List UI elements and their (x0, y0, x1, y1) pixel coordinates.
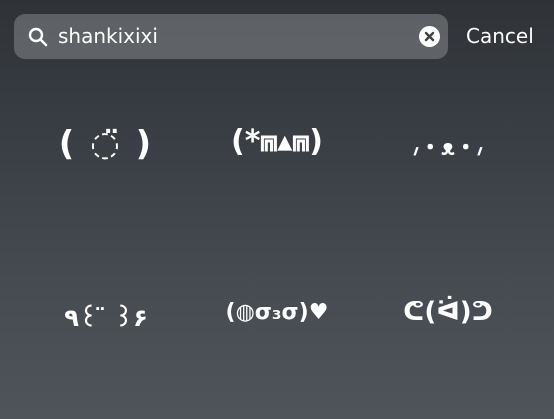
search-input[interactable] (58, 14, 418, 59)
kaomoji-item[interactable]: ៸・ᴥ・៸ (356, 130, 540, 162)
search-icon (28, 27, 48, 47)
kaomoji-results-grid: ( ◌̈ ) (*⩎▴⩎) ៸・ᴥ・៸ ٩꒰ ̈ ꒱۶ (◍σ₃σ)♥ ᕦ(ᐛ)… (0, 64, 554, 419)
search-bar[interactable] (14, 14, 448, 59)
cancel-button[interactable]: Cancel (466, 14, 534, 59)
kaomoji-item[interactable]: (*⩎▴⩎) (185, 124, 369, 159)
kaomoji-item[interactable]: ( ◌̈ ) (14, 124, 198, 164)
kaomoji-item[interactable]: ᕦ(ᐛ)ᕤ (356, 297, 540, 327)
clear-icon[interactable] (419, 26, 440, 47)
kaomoji-item[interactable]: ٩꒰ ̈ ꒱۶ (14, 300, 198, 332)
kaomoji-item[interactable]: (◍σ₃σ)♥ (185, 300, 369, 325)
